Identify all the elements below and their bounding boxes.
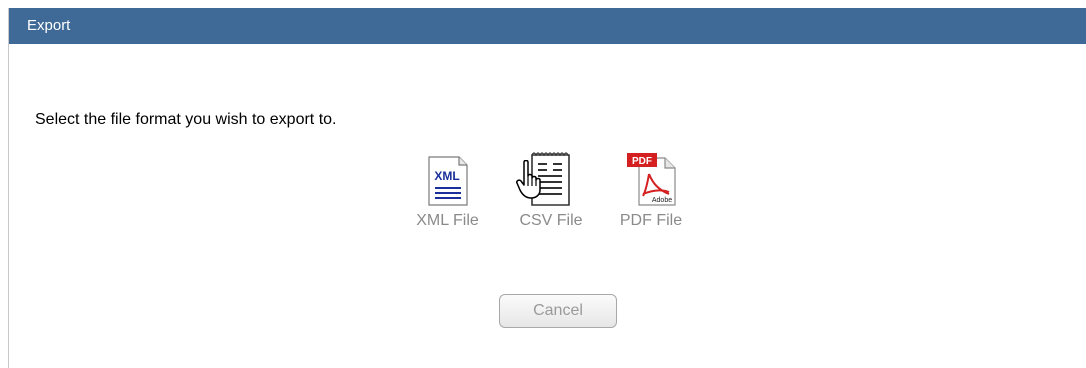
cancel-button[interactable]: Cancel: [499, 294, 617, 328]
pdf-icon-text: PDF: [632, 156, 652, 167]
pdf-file-label: PDF File: [619, 212, 683, 229]
adobe-icon-text: Adobe: [652, 197, 672, 204]
csv-file-label: CSV File: [519, 212, 583, 229]
export-prompt: Select the file format you wish to expor…: [35, 111, 337, 128]
xml-file-option[interactable]: XML XML File: [399, 146, 496, 230]
pdf-file-option[interactable]: PDF Adobe PDF File: [606, 146, 696, 230]
xml-file-label: XML File: [416, 212, 479, 229]
xml-icon-text: XML: [434, 169, 459, 183]
format-options: XML XML File CSV File PDF Adobe PDF File: [399, 146, 696, 230]
xml-file-icon: XML: [399, 146, 496, 206]
dialog-titlebar: Export: [9, 8, 1086, 44]
csv-file-icon: [496, 146, 606, 206]
export-dialog: Export Select the file format you wish t…: [8, 8, 1086, 368]
csv-file-option[interactable]: CSV File: [496, 146, 606, 230]
dialog-title: Export: [27, 17, 71, 34]
pdf-file-icon: PDF Adobe: [606, 146, 696, 206]
